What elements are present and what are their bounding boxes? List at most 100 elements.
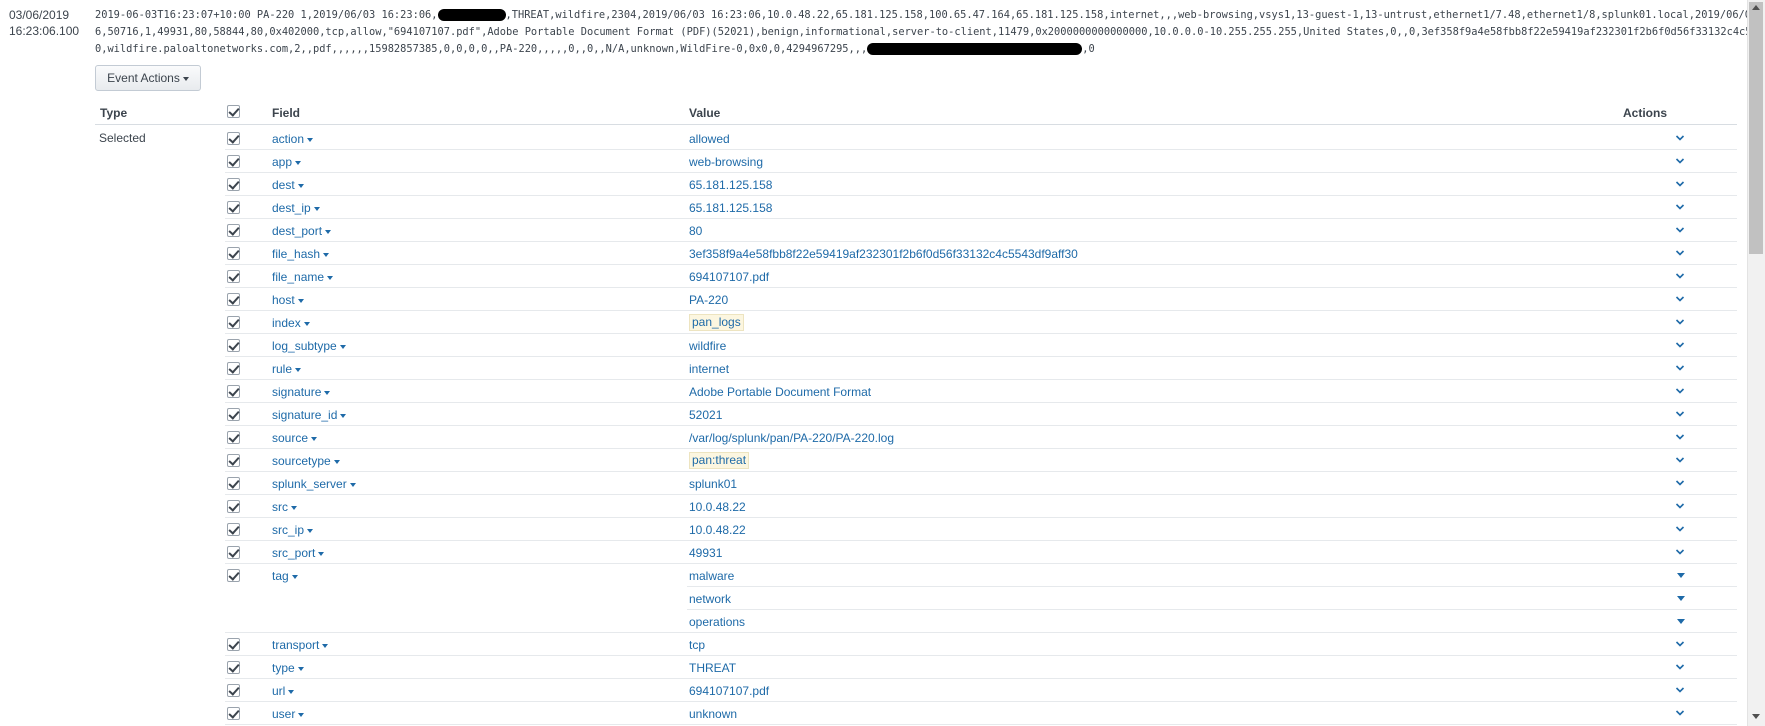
field-checkbox[interactable] [227,316,240,329]
field-checkbox[interactable] [227,523,240,536]
row-actions-chevron-icon[interactable] [1675,662,1685,672]
field-value-link[interactable]: network [689,592,731,606]
field-checkbox[interactable] [227,638,240,651]
field-value-link[interactable]: internet [689,362,729,376]
field-value-link[interactable]: /var/log/splunk/pan/PA-220/PA-220.log [689,431,894,445]
value-actions-caret-icon[interactable] [1677,596,1685,601]
row-actions-chevron-icon[interactable] [1675,363,1685,373]
scrollbar-thumb[interactable] [1749,2,1763,254]
field-name-link[interactable]: src_ip [272,523,314,537]
field-value-link[interactable]: THREAT [689,661,736,675]
select-all-checkbox[interactable] [227,105,240,118]
field-name-link[interactable]: user [272,707,305,721]
field-checkbox[interactable] [227,569,240,582]
field-value-link[interactable]: tcp [689,638,705,652]
row-actions-chevron-icon[interactable] [1675,340,1685,350]
field-name-link[interactable]: file_hash [272,247,330,261]
field-value-link[interactable]: 49931 [689,546,722,560]
value-actions-caret-icon[interactable] [1677,573,1685,578]
field-checkbox[interactable] [227,178,240,191]
row-actions-chevron-icon[interactable] [1675,409,1685,419]
scroll-up-icon[interactable] [1752,5,1760,10]
field-checkbox[interactable] [227,132,240,145]
field-value-link[interactable]: malware [689,569,734,583]
field-checkbox[interactable] [227,431,240,444]
field-checkbox[interactable] [227,247,240,260]
row-actions-chevron-icon[interactable] [1675,317,1685,327]
field-checkbox[interactable] [227,661,240,674]
field-checkbox[interactable] [227,270,240,283]
field-name-link[interactable]: dest_ip [272,201,320,215]
row-actions-chevron-icon[interactable] [1675,524,1685,534]
field-value-link[interactable]: 10.0.48.22 [689,523,746,537]
field-name-link[interactable]: action [272,132,314,146]
field-name-link[interactable]: transport [272,638,329,652]
field-checkbox[interactable] [227,224,240,237]
row-actions-chevron-icon[interactable] [1675,432,1685,442]
field-name-link[interactable]: signature [272,385,331,399]
row-actions-chevron-icon[interactable] [1675,547,1685,557]
row-actions-chevron-icon[interactable] [1675,708,1685,718]
row-actions-chevron-icon[interactable] [1675,133,1685,143]
field-name-link[interactable]: sourcetype [272,454,340,468]
field-value-link[interactable]: pan_logs [689,314,744,331]
field-checkbox[interactable] [227,293,240,306]
field-name-link[interactable]: splunk_server [272,477,356,491]
field-name-link[interactable]: tag [272,569,298,583]
field-checkbox[interactable] [227,408,240,421]
field-name-link[interactable]: file_name [272,270,334,284]
row-actions-chevron-icon[interactable] [1675,294,1685,304]
field-checkbox[interactable] [227,155,240,168]
field-value-link[interactable]: 65.181.125.158 [689,178,772,192]
field-name-link[interactable]: log_subtype [272,339,346,353]
field-value-link[interactable]: 10.0.48.22 [689,500,746,514]
field-checkbox[interactable] [227,362,240,375]
field-name-link[interactable]: url [272,684,295,698]
field-name-link[interactable]: dest [272,178,304,192]
field-checkbox[interactable] [227,546,240,559]
field-name-link[interactable]: source [272,431,318,445]
field-name-link[interactable]: index [272,316,310,330]
row-actions-chevron-icon[interactable] [1675,639,1685,649]
row-actions-chevron-icon[interactable] [1675,202,1685,212]
row-actions-chevron-icon[interactable] [1675,248,1685,258]
field-checkbox[interactable] [227,201,240,214]
field-checkbox[interactable] [227,385,240,398]
field-value-link[interactable]: 694107107.pdf [689,270,769,284]
field-checkbox[interactable] [227,684,240,697]
field-name-link[interactable]: src_port [272,546,325,560]
field-value-link[interactable]: wildfire [689,339,726,353]
field-value-link[interactable]: splunk01 [689,477,737,491]
row-actions-chevron-icon[interactable] [1675,685,1685,695]
field-value-link[interactable]: 65.181.125.158 [689,201,772,215]
field-checkbox[interactable] [227,454,240,467]
field-value-link[interactable]: operations [689,615,745,629]
field-value-link[interactable]: web-browsing [689,155,763,169]
field-value-link[interactable]: 80 [689,224,702,238]
field-checkbox[interactable] [227,707,240,720]
field-value-link[interactable]: 52021 [689,408,722,422]
row-actions-chevron-icon[interactable] [1675,478,1685,488]
row-actions-chevron-icon[interactable] [1675,386,1685,396]
field-value-link[interactable]: unknown [689,707,737,721]
event-actions-button[interactable]: Event Actions [95,65,201,91]
row-actions-chevron-icon[interactable] [1675,156,1685,166]
row-actions-chevron-icon[interactable] [1675,455,1685,465]
field-name-link[interactable]: src [272,500,297,514]
row-actions-chevron-icon[interactable] [1675,271,1685,281]
row-actions-chevron-icon[interactable] [1675,179,1685,189]
field-value-link[interactable]: pan:threat [689,452,750,469]
field-value-link[interactable]: allowed [689,132,730,146]
field-name-link[interactable]: type [272,661,304,675]
field-value-link[interactable]: 694107107.pdf [689,684,769,698]
field-name-link[interactable]: rule [272,362,302,376]
field-value-link[interactable]: PA-220 [689,293,728,307]
field-name-link[interactable]: host [272,293,304,307]
field-name-link[interactable]: app [272,155,302,169]
value-actions-caret-icon[interactable] [1677,619,1685,624]
field-name-link[interactable]: signature_id [272,408,347,422]
row-actions-chevron-icon[interactable] [1675,225,1685,235]
scroll-down-icon[interactable] [1752,714,1760,719]
field-checkbox[interactable] [227,339,240,352]
field-checkbox[interactable] [227,500,240,513]
